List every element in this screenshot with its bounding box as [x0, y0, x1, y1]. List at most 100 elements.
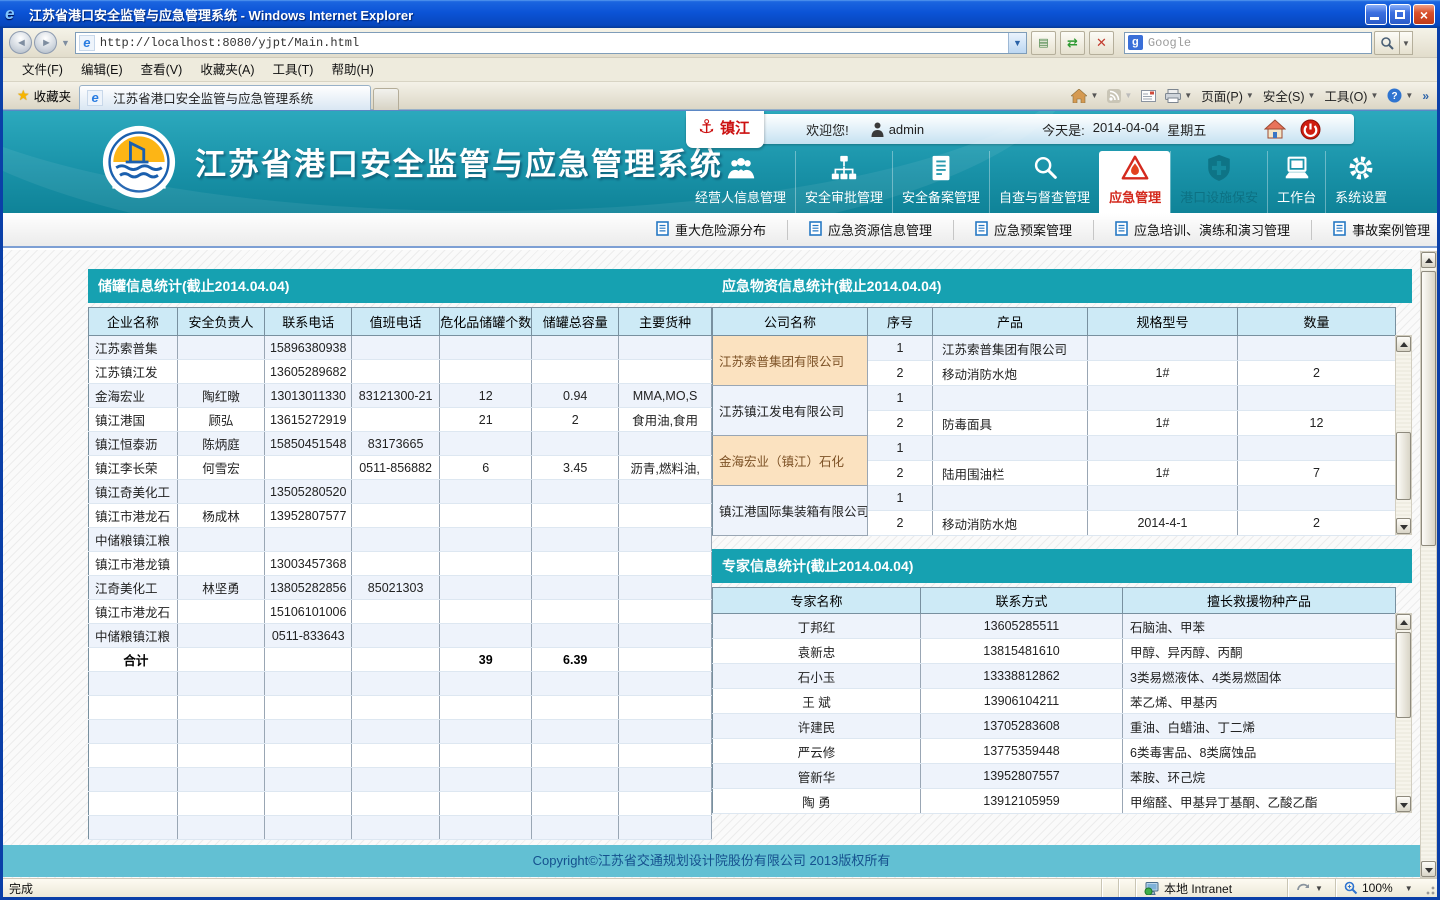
company-cell: 镇江港国际集装箱有限公司: [713, 486, 868, 536]
nav-magnifier[interactable]: 自查与督查管理: [989, 151, 1099, 213]
subnav-label: 事故案例管理: [1352, 220, 1430, 239]
search-button[interactable]: [1374, 31, 1400, 55]
nav-label: 安全备案管理: [902, 187, 980, 206]
page-scrollbar[interactable]: [1420, 251, 1437, 878]
toolbar-overflow-chevron[interactable]: »: [1422, 89, 1429, 103]
table-cell: 镇江李长荣: [89, 456, 178, 480]
rss-icon: [1107, 89, 1121, 103]
expert-phone-cell: 13338812862: [921, 664, 1123, 689]
table-cell: [440, 336, 532, 360]
scroll-up-button[interactable]: [1421, 252, 1436, 268]
scroll-thumb[interactable]: [1421, 271, 1436, 546]
print-button[interactable]: ▼: [1165, 89, 1192, 103]
nav-document[interactable]: 安全备案管理: [892, 151, 989, 213]
table-cell: 2: [532, 408, 619, 432]
refresh-button[interactable]: ⇄: [1060, 31, 1085, 55]
subnav-item[interactable]: 事故案例管理: [1311, 220, 1437, 240]
subnav-item[interactable]: 重大危险源分布: [635, 220, 787, 240]
column-header: 值班电话: [351, 308, 439, 336]
table-cell: [351, 792, 439, 816]
history-dropdown[interactable]: ▼: [61, 38, 70, 48]
scroll-thumb[interactable]: [1396, 632, 1411, 718]
table-cell: [265, 648, 352, 672]
table-cell: [440, 672, 532, 696]
scroll-down-button[interactable]: [1396, 796, 1411, 812]
nav-workbench[interactable]: 工作台: [1267, 151, 1325, 213]
nav-warning[interactable]: 应急管理: [1099, 151, 1170, 213]
scroll-up-button[interactable]: [1396, 336, 1411, 352]
help-menu[interactable]: ? ▼: [1387, 88, 1413, 103]
table-row: 中储粮镇江粮: [89, 528, 712, 552]
scroll-thumb[interactable]: [1396, 432, 1411, 500]
table-cell: [619, 600, 712, 624]
subnav-item[interactable]: 应急培训、演练和演习管理: [1093, 220, 1311, 240]
home-button[interactable]: ▼: [1071, 89, 1098, 103]
nav-shield[interactable]: 港口设施保安: [1170, 151, 1267, 213]
experts-panel-title: 专家信息统计(截止2014.04.04): [712, 549, 1412, 583]
user-icon: [871, 122, 884, 137]
new-tab-stub[interactable]: [373, 88, 399, 110]
protected-mode-button[interactable]: ▼: [1287, 879, 1335, 897]
scroll-up-button[interactable]: [1396, 614, 1411, 630]
table-cell: 顾弘: [177, 408, 265, 432]
table-cell: [351, 624, 439, 648]
search-box[interactable]: g Google: [1124, 32, 1372, 54]
feeds-button[interactable]: ▼: [1107, 89, 1132, 103]
google-icon: g: [1128, 35, 1143, 50]
nav-people[interactable]: 经营人信息管理: [686, 151, 795, 213]
page-tab[interactable]: e 江苏省港口安全监管与应急管理系统: [79, 85, 371, 110]
table-cell: [177, 696, 265, 720]
table-cell: [265, 696, 352, 720]
safety-menu[interactable]: 安全(S)▼: [1263, 86, 1316, 105]
restore-button[interactable]: [1389, 4, 1411, 25]
read-mail-button[interactable]: [1141, 90, 1156, 102]
table-cell: 1: [868, 486, 933, 511]
compatibility-view-button[interactable]: ▤: [1031, 31, 1056, 55]
page-content: 储罐信息统计(截止2014.04.04) 企业名称安全负责人联系电话值班电话危化…: [3, 250, 1437, 878]
back-button[interactable]: ◄: [9, 31, 32, 54]
subnav-item[interactable]: 应急资源信息管理: [787, 220, 953, 240]
table-row: 江苏镇江发 13605289682: [89, 360, 712, 384]
menu-item[interactable]: 工具(T): [263, 59, 322, 81]
menu-item[interactable]: 编辑(E): [72, 59, 132, 81]
logout-button[interactable]: [1300, 119, 1321, 140]
favorites-button[interactable]: ★ 收藏夹: [9, 84, 79, 108]
orgchart-icon: [829, 153, 859, 183]
table-row-empty: [89, 792, 712, 816]
address-url[interactable]: http://localhost:8080/yjpt/Main.html: [100, 36, 1008, 50]
subnav-item[interactable]: 应急预案管理: [953, 220, 1093, 240]
table-cell: [532, 672, 619, 696]
nav-orgchart[interactable]: 安全审批管理: [795, 151, 892, 213]
address-dropdown[interactable]: ▼: [1008, 33, 1026, 53]
table-row: 石小玉133388128623类易燃液体、4类易燃固体: [713, 664, 1396, 689]
menu-item[interactable]: 查看(V): [132, 59, 192, 81]
stop-button[interactable]: ✕: [1089, 31, 1114, 55]
supplies-scrollbar[interactable]: [1395, 335, 1412, 535]
minimize-button[interactable]: [1365, 4, 1387, 25]
menu-item[interactable]: 帮助(H): [322, 59, 382, 81]
page-menu[interactable]: 页面(P)▼: [1201, 86, 1254, 105]
table-cell: 镇江市港龙镇: [89, 552, 178, 576]
menu-item[interactable]: 收藏夹(A): [191, 59, 263, 81]
search-options-dropdown[interactable]: ▼: [1400, 31, 1413, 55]
home-shortcut-button[interactable]: [1264, 119, 1286, 139]
search-input[interactable]: Google: [1148, 36, 1191, 50]
scroll-down-button[interactable]: [1421, 861, 1436, 877]
table-cell: [440, 528, 532, 552]
nav-gear[interactable]: 系统设置: [1325, 151, 1396, 213]
close-button[interactable]: ×: [1413, 4, 1435, 25]
mail-icon: [1141, 90, 1156, 102]
tools-menu[interactable]: 工具(O)▼: [1324, 86, 1378, 105]
table-cell: 13805282856: [265, 576, 352, 600]
table-cell: [1088, 486, 1238, 511]
expert-phone-cell: 13815481610: [921, 639, 1123, 664]
forward-button[interactable]: ►: [34, 31, 57, 54]
zoom-control[interactable]: 100% ▼: [1335, 879, 1421, 897]
address-bar[interactable]: e http://localhost:8080/yjpt/Main.html ▼: [75, 32, 1027, 54]
menu-item[interactable]: 文件(F): [13, 59, 72, 81]
table-row: 袁新忠13815481610甲醇、异丙醇、丙酮: [713, 639, 1396, 664]
experts-scrollbar[interactable]: [1395, 613, 1412, 813]
scroll-down-button[interactable]: [1396, 518, 1411, 534]
resize-grip[interactable]: [1421, 879, 1437, 897]
table-cell: [89, 720, 178, 744]
